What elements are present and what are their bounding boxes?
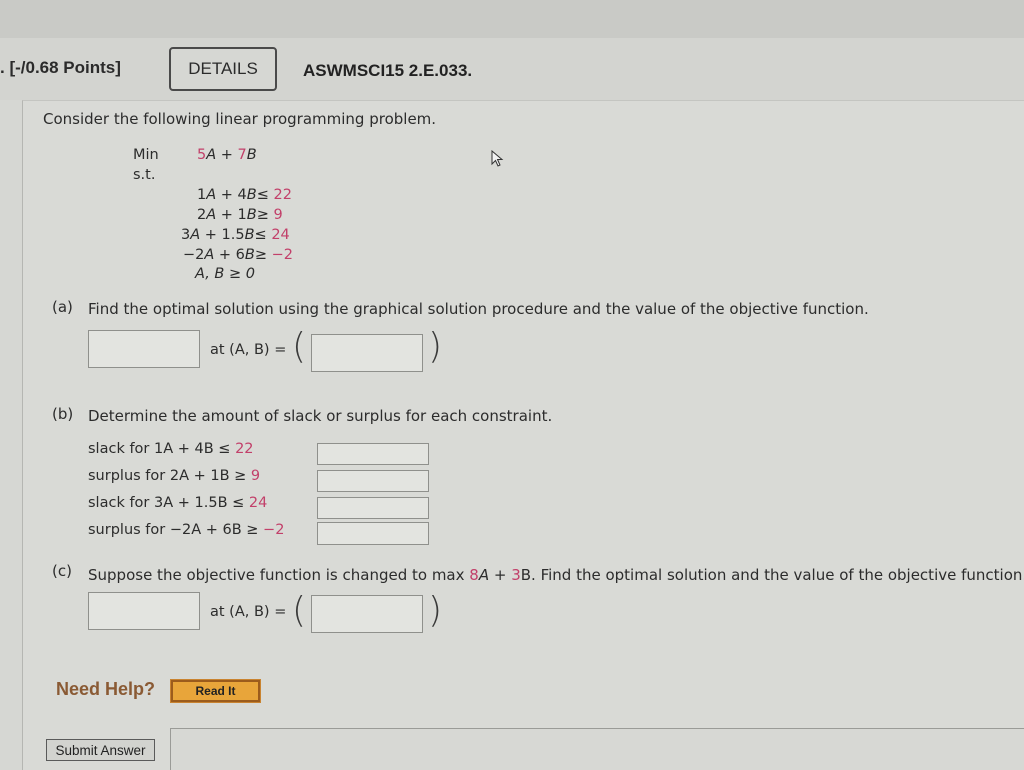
nonnegativity: A, B ≥ 0: [195, 266, 255, 282]
part-b-label: (b): [52, 405, 74, 423]
st-label: s.t.: [133, 167, 156, 183]
constraint-4: −2A + 6B≥ −2: [183, 247, 293, 263]
details-button[interactable]: DETAILS: [169, 47, 277, 91]
need-help-label: Need Help?: [56, 679, 156, 699]
question-points: . [-/0.68 Points]: [0, 58, 121, 77]
part-a-text: Find the optimal solution using the grap…: [88, 300, 869, 318]
submit-answer-button[interactable]: Submit Answer: [46, 739, 155, 761]
question-code: ASWMSCI15 2.E.033.: [303, 61, 473, 80]
objective-coef-b: 7: [237, 147, 247, 163]
part-a-open-paren: (: [292, 326, 307, 367]
part-a-close-paren: ): [428, 326, 443, 367]
lower-panel: [170, 728, 1024, 770]
intro-text: Consider the following linear programmin…: [43, 110, 437, 128]
surplus-input-4[interactable]: [317, 522, 429, 545]
slack-row-1-label: slack for 1A + 4B ≤ 22: [88, 441, 254, 457]
part-b-text: Determine the amount of slack or surplus…: [88, 407, 553, 425]
constraint-3: 3A + 1.5B≤ 24: [181, 227, 290, 243]
part-a-label: (a): [52, 298, 73, 316]
part-c-text: Suppose the objective function is change…: [88, 566, 1024, 584]
question-panel: [22, 100, 1024, 770]
mouse-cursor-icon: [491, 150, 504, 167]
surplus-row-2-label: surplus for 2A + 1B ≥ 9: [88, 468, 261, 484]
question-header: [0, 38, 1024, 100]
part-c-value-input[interactable]: [88, 592, 200, 630]
part-c-open-paren: (: [292, 590, 307, 631]
part-a-value-input[interactable]: [88, 330, 200, 368]
min-label: Min: [133, 147, 159, 163]
slack-row-3-label: slack for 3A + 1.5B ≤ 24: [88, 495, 268, 511]
surplus-row-4-label: surplus for −2A + 6B ≥ −2: [88, 522, 285, 538]
part-c-at-label: at (A, B) =: [210, 604, 287, 620]
constraint-1: 1A + 4B≤ 22: [197, 187, 292, 203]
part-c-point-input[interactable]: [311, 595, 423, 633]
top-strip: [0, 0, 1024, 39]
part-c-label: (c): [52, 562, 72, 580]
constraint-2: 2A + 1B≥ 9: [197, 207, 283, 223]
surplus-input-2[interactable]: [317, 470, 429, 492]
part-a-at-label: at (A, B) =: [210, 342, 287, 358]
slack-input-3[interactable]: [317, 497, 429, 519]
part-c-close-paren: ): [428, 590, 443, 631]
read-it-button[interactable]: Read It: [170, 679, 261, 703]
objective-function: 5A + 7B: [197, 147, 257, 163]
objective-coef-a: 5: [197, 147, 207, 163]
part-a-point-input[interactable]: [311, 334, 423, 372]
slack-input-1[interactable]: [317, 443, 429, 465]
